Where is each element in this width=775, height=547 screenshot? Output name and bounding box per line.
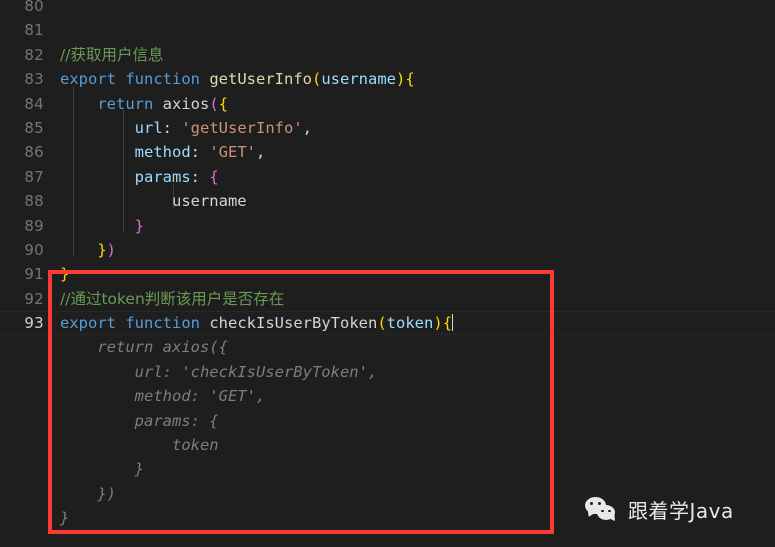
token-prop-method: method <box>134 143 191 162</box>
code-line-85[interactable]: 85 url: 'getUserInfo', <box>0 116 775 140</box>
token-brace-close: } <box>134 216 144 235</box>
wechat-eye <box>598 501 601 505</box>
ghost-line-3: method: 'GET', <box>0 384 775 408</box>
code-editor[interactable]: 80 81 82 //获取用户信息 83 export function get… <box>0 0 775 547</box>
token-paren-open: ( <box>312 70 322 89</box>
code-line-86[interactable]: 86 method: 'GET', <box>0 140 775 164</box>
token-function-name: getUserInfo <box>209 70 312 89</box>
line-number: 84 <box>24 94 44 113</box>
token-function: function <box>125 70 200 89</box>
wechat-eye <box>601 509 604 512</box>
line-number: 81 <box>24 21 44 40</box>
text-cursor <box>452 314 454 332</box>
ghost-line-6: } <box>0 457 775 481</box>
token-export: export <box>60 314 116 333</box>
line-content: username <box>60 189 247 213</box>
line-content: export function checkIsUserByToken(token… <box>60 312 454 334</box>
token-paren-open: ( <box>209 94 219 113</box>
token-brace-close: } <box>97 240 107 259</box>
ghost-text: method: 'GET', <box>60 387 266 406</box>
token-colon: : <box>162 118 172 137</box>
ghost-text: return axios({ <box>60 338 228 357</box>
line-number: 82 <box>24 45 44 64</box>
token-comma: , <box>302 118 313 137</box>
token-colon: : <box>190 167 200 186</box>
code-line-90[interactable]: 90 }) <box>0 238 775 262</box>
line-content: }) <box>60 238 116 262</box>
token-param: token <box>386 314 434 333</box>
comment-get-user-info: //获取用户信息 <box>60 45 164 64</box>
token-brace-close: } <box>60 265 70 284</box>
code-line-88[interactable]: 88 username <box>0 189 775 213</box>
token-axios: axios <box>162 94 210 113</box>
token-export: export <box>60 70 116 89</box>
token-brace-open: { <box>218 94 229 113</box>
code-line-92[interactable]: 92 //通过token判断该用户是否存在 <box>0 287 775 311</box>
token-username: username <box>171 192 247 211</box>
ghost-line-4: params: { <box>0 409 775 433</box>
line-content: } <box>60 214 144 238</box>
code-line-87[interactable]: 87 params: { <box>0 165 775 189</box>
line-content: export function getUserInfo(username){ <box>60 67 415 91</box>
line-number: 89 <box>24 216 44 235</box>
code-line-89[interactable]: 89 } <box>0 214 775 238</box>
line-content: url: 'getUserInfo', <box>60 116 312 140</box>
token-function-name: checkIsUserByToken <box>209 314 378 333</box>
line-number: 91 <box>24 265 44 284</box>
token-return: return <box>97 94 154 113</box>
ghost-text: } <box>60 509 70 528</box>
wechat-eye <box>590 501 593 505</box>
wechat-eye <box>608 509 611 512</box>
line-number: 87 <box>24 167 44 186</box>
ghost-text: } <box>60 460 144 479</box>
line-number: 83 <box>24 70 44 89</box>
token-brace-open: { <box>209 167 219 186</box>
line-number: 85 <box>24 118 44 137</box>
ghost-line-1: return axios({ <box>0 335 775 359</box>
line-content: return axios({ <box>60 92 228 116</box>
line-number: 86 <box>24 143 44 162</box>
line-number-active: 93 <box>24 314 44 333</box>
token-paren-close: ) <box>396 70 406 89</box>
code-lines[interactable]: 80 81 82 //获取用户信息 83 export function get… <box>0 0 775 531</box>
line-number: 90 <box>24 240 44 259</box>
token-prop-url: url <box>134 118 163 137</box>
token-brace-open: { <box>442 314 453 333</box>
line-number: 88 <box>24 192 44 211</box>
token-string-url: 'getUserInfo' <box>181 118 303 137</box>
token-param: username <box>321 70 396 89</box>
line-content: params: { <box>60 165 219 189</box>
ghost-text: url: 'checkIsUserByToken', <box>60 362 378 381</box>
code-line-80[interactable]: 80 <box>0 0 775 18</box>
code-line-84[interactable]: 84 return axios({ <box>0 92 775 116</box>
ghost-text: token <box>60 436 219 455</box>
line-number: 92 <box>24 289 44 308</box>
token-paren-close: ) <box>433 314 443 333</box>
token-colon: : <box>190 143 200 162</box>
code-line-81[interactable]: 81 <box>0 18 775 42</box>
code-line-82[interactable]: 82 //获取用户信息 <box>0 43 775 67</box>
token-function: function <box>125 314 200 333</box>
ghost-line-2: url: 'checkIsUserByToken', <box>0 360 775 384</box>
line-content: method: 'GET', <box>60 140 266 164</box>
code-line-93[interactable]: 93 export function checkIsUserByToken(to… <box>0 311 775 336</box>
token-paren-open: ( <box>377 314 387 333</box>
ghost-text: params: { <box>60 411 219 430</box>
code-line-91[interactable]: 91 } <box>0 262 775 286</box>
token-brace-open: { <box>405 70 415 89</box>
line-number: 80 <box>24 0 44 15</box>
token-paren-close: ) <box>106 240 117 259</box>
token-string-method: 'GET' <box>209 143 257 162</box>
watermark: 跟着学Java <box>585 495 734 524</box>
line-content: } <box>60 262 69 286</box>
code-line-83[interactable]: 83 export function getUserInfo(username)… <box>0 67 775 91</box>
wechat-logo-icon <box>585 496 619 523</box>
ghost-line-5: token <box>0 433 775 457</box>
ghost-text: }) <box>60 484 116 503</box>
token-comma: , <box>256 143 266 162</box>
comment-check-user-by-token: //通过token判断该用户是否存在 <box>60 289 285 308</box>
token-prop-params: params <box>134 167 191 186</box>
watermark-label: 跟着学Java <box>628 499 734 523</box>
